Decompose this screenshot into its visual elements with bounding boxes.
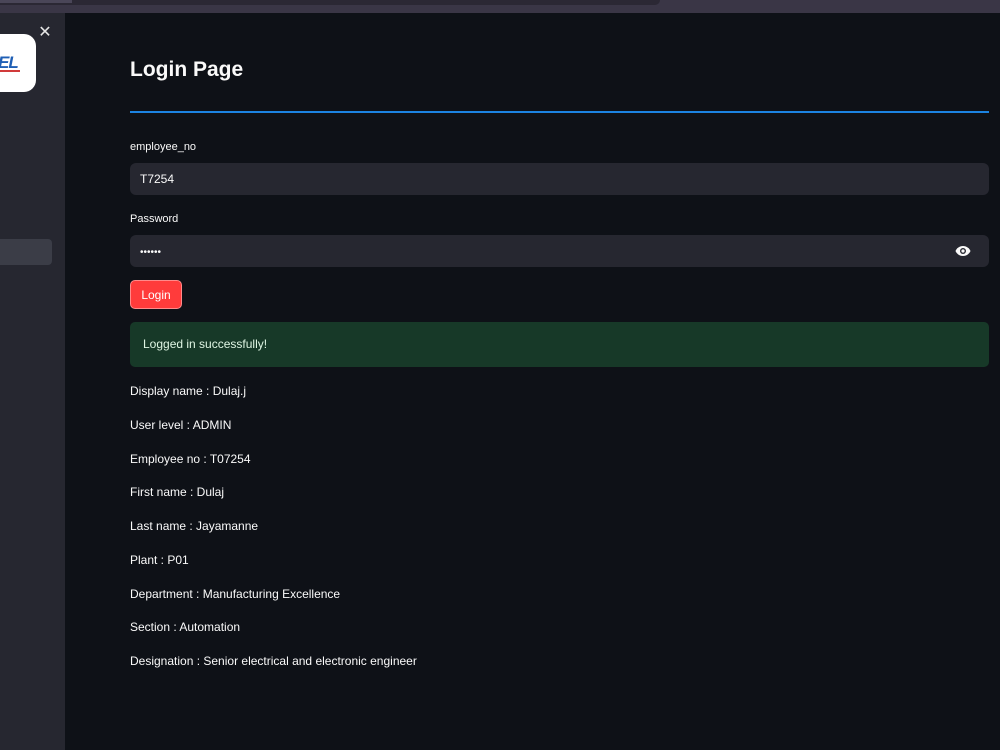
password-label: Password [130,213,179,225]
logo-stripe [0,70,20,72]
password-input[interactable]: •••••• [130,235,989,267]
success-message: Logged in successfully! [143,337,268,351]
company-logo: EL [0,34,36,92]
first-name-text: First name : Dulaj [130,485,225,499]
employee-no-label: employee_no [130,141,197,153]
page-title: Login Page [130,58,244,81]
section-text: Section : Automation [130,620,241,634]
sidebar: EL ✕ [0,13,65,750]
employee-no-text: Employee no : T07254 [130,452,251,466]
browser-top-bar [0,0,1000,13]
user-level-text: User level : ADMIN [130,418,232,432]
title-divider [130,111,989,113]
department-text: Department : Manufacturing Excellence [130,587,341,601]
designation-text: Designation : Senior electrical and elec… [130,654,417,668]
employee-no-value: T7254 [140,172,175,186]
password-value: •••••• [140,247,162,258]
last-name-text: Last name : Jayamanne [130,519,259,533]
login-button[interactable]: Login [130,280,182,309]
sidebar-nav-item[interactable] [0,239,52,265]
display-name-text: Display name : Dulaj.j [130,384,247,398]
success-alert: Logged in successfully! [130,322,989,367]
plant-text: Plant : P01 [130,553,189,567]
browser-tab-strip [0,0,660,5]
browser-tab[interactable] [0,0,72,3]
close-icon[interactable]: ✕ [37,25,53,41]
employee-no-input[interactable]: T7254 [130,163,989,195]
eye-icon[interactable] [955,245,971,257]
